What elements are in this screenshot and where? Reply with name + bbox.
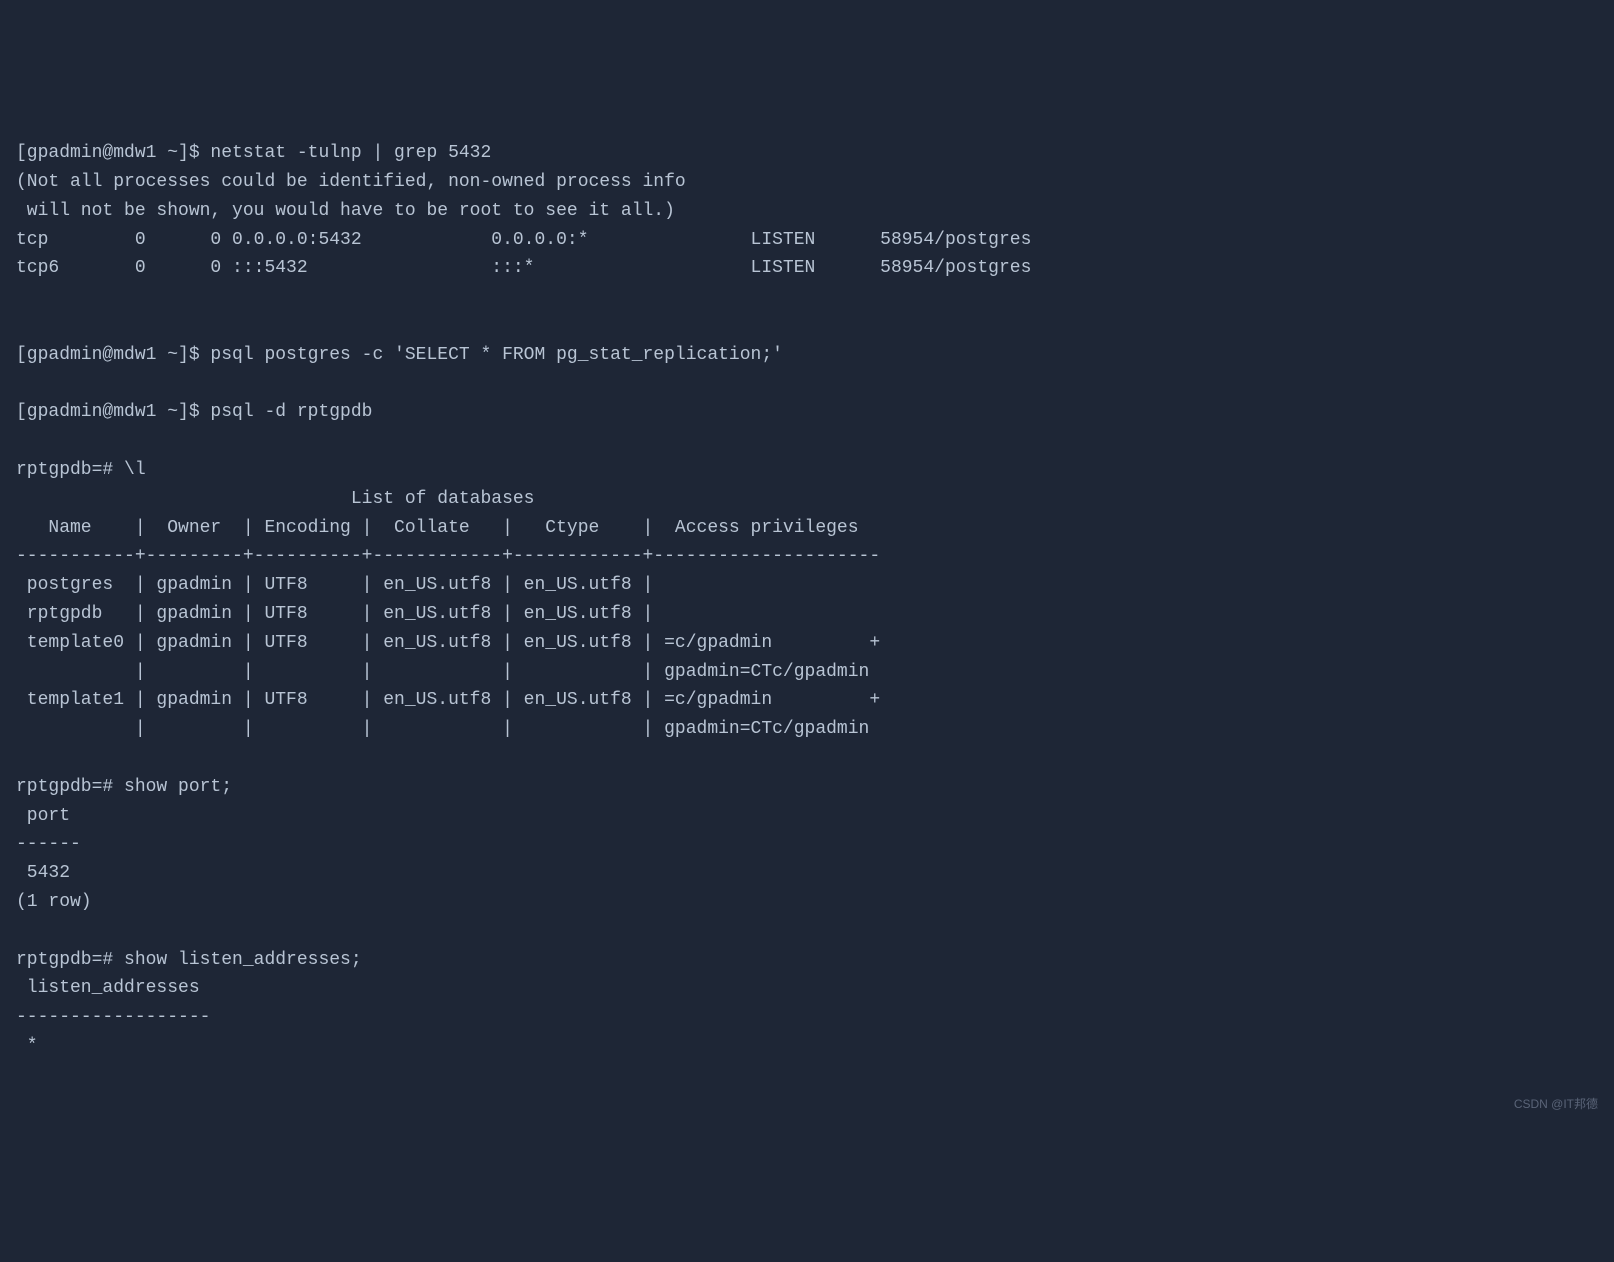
result-divider: ------------------ (16, 1007, 210, 1027)
result-count: (1 row) (16, 892, 92, 912)
result-value: 5432 (16, 863, 70, 883)
result-header: port (16, 806, 81, 826)
psql-command: rptgpdb=# \l (16, 460, 146, 480)
command-line: [gpadmin@mdw1 ~]$ psql -d rptgpdb (16, 402, 372, 422)
psql-command: rptgpdb=# show listen_addresses; (16, 950, 362, 970)
result-divider: ------ (16, 834, 81, 854)
psql-command: rptgpdb=# show port; (16, 777, 232, 797)
output-line: (Not all processes could be identified, … (16, 172, 686, 192)
table-title: List of databases (16, 489, 534, 509)
result-header: listen_addresses (16, 978, 210, 998)
output-line: tcp 0 0 0.0.0.0:5432 0.0.0.0:* LISTEN 58… (16, 230, 1031, 250)
command-line: [gpadmin@mdw1 ~]$ netstat -tulnp | grep … (16, 143, 491, 163)
table-divider: -----------+---------+----------+-------… (16, 546, 880, 566)
table-row: | | | | | gpadmin=CTc/gpadmin (16, 719, 869, 739)
table-row: template1 | gpadmin | UTF8 | en_US.utf8 … (16, 690, 880, 710)
table-row: postgres | gpadmin | UTF8 | en_US.utf8 |… (16, 575, 664, 595)
watermark: CSDN @IT邦德 (1514, 1095, 1598, 1114)
table-header: Name | Owner | Encoding | Collate | Ctyp… (16, 518, 880, 538)
output-line: tcp6 0 0 :::5432 :::* LISTEN 58954/postg… (16, 258, 1031, 278)
command-line: [gpadmin@mdw1 ~]$ psql postgres -c 'SELE… (16, 345, 783, 365)
output-line: will not be shown, you would have to be … (16, 201, 675, 221)
table-row: rptgpdb | gpadmin | UTF8 | en_US.utf8 | … (16, 604, 664, 624)
table-row: | | | | | gpadmin=CTc/gpadmin (16, 662, 869, 682)
terminal-output: [gpadmin@mdw1 ~]$ netstat -tulnp | grep … (16, 139, 1598, 1061)
table-row: template0 | gpadmin | UTF8 | en_US.utf8 … (16, 633, 880, 653)
result-value: * (16, 1036, 38, 1056)
